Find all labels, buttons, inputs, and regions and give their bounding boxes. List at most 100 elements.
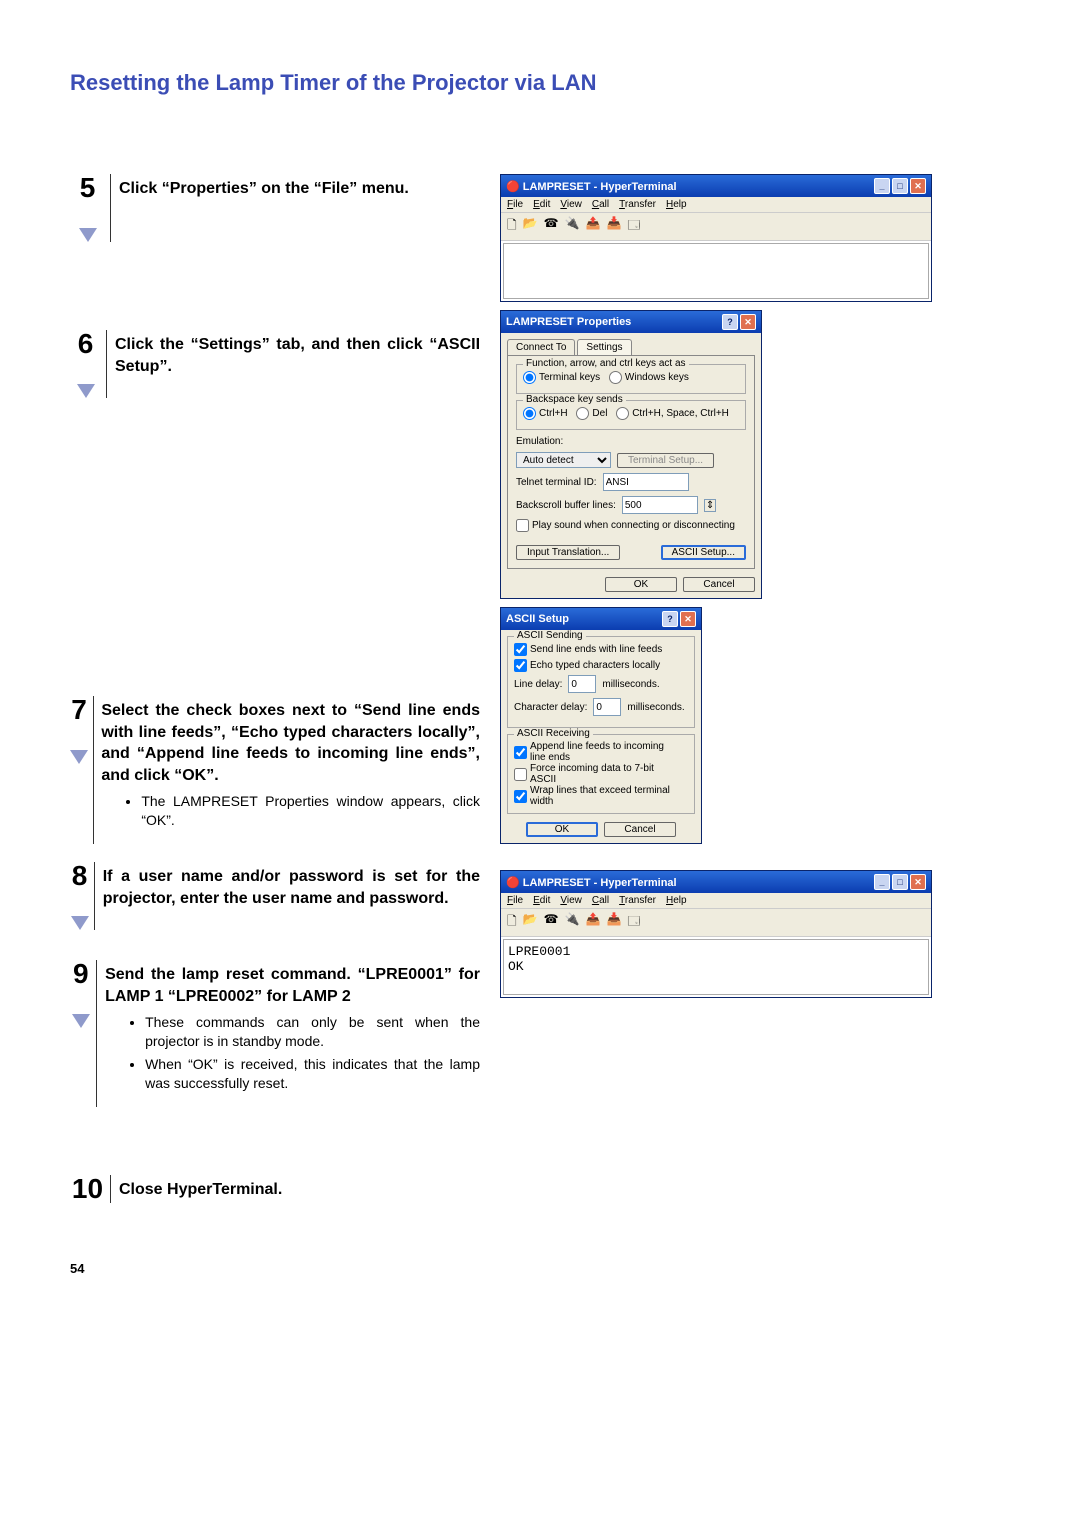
radio-ctrl-h-space[interactable]: Ctrl+H, Space, Ctrl+H xyxy=(616,407,729,420)
step-8-number: 8 xyxy=(72,862,88,890)
label-char-delay: Character delay: xyxy=(514,702,587,713)
hyperterminal-toolbar: 🗋 📂 ☎ 🔌 📤 📥 🗔 xyxy=(501,908,931,937)
input-translation-button[interactable]: Input Translation... xyxy=(516,545,620,560)
step-9: 9 Send the lamp reset command. “LPRE0001… xyxy=(70,960,480,1107)
emulation-select[interactable]: Auto detect xyxy=(516,452,611,468)
step-7-text: Select the check boxes next to “Send lin… xyxy=(101,700,480,786)
arrow-down-icon xyxy=(70,750,88,764)
line-delay-input[interactable] xyxy=(568,675,596,693)
cancel-button[interactable]: Cancel xyxy=(604,822,676,837)
maximize-icon[interactable]: □ xyxy=(892,874,908,890)
checkbox-play-sound[interactable]: Play sound when connecting or disconnect… xyxy=(516,519,735,532)
close-icon[interactable]: ✕ xyxy=(680,611,696,627)
menu-help[interactable]: Help xyxy=(666,895,687,906)
cancel-button[interactable]: Cancel xyxy=(683,577,755,592)
menu-file[interactable]: File xyxy=(507,895,523,906)
terminal-setup-button[interactable]: Terminal Setup... xyxy=(617,453,714,468)
maximize-icon[interactable]: □ xyxy=(892,178,908,194)
step-10-text: Close HyperTerminal. xyxy=(119,1179,282,1201)
open-icon[interactable]: 📂 xyxy=(523,912,538,933)
help-icon[interactable]: ? xyxy=(722,314,738,330)
step-9-sub-2: When “OK” is received, this indicates th… xyxy=(145,1055,480,1093)
properties-icon[interactable]: 🗔 xyxy=(627,216,640,237)
close-icon[interactable]: ✕ xyxy=(910,874,926,890)
step-7: 7 Select the check boxes next to “Send l… xyxy=(70,696,480,844)
receive-icon[interactable]: 📥 xyxy=(606,912,621,933)
ok-button[interactable]: OK xyxy=(605,577,677,592)
backscroll-input[interactable] xyxy=(622,496,698,514)
send-icon[interactable]: 📤 xyxy=(586,912,601,933)
open-icon[interactable]: 📂 xyxy=(523,216,538,237)
connect-icon[interactable]: ☎ xyxy=(544,912,559,933)
help-icon[interactable]: ? xyxy=(662,611,678,627)
hyperterminal-menu: File Edit View Call Transfer Help xyxy=(501,893,931,908)
menu-transfer[interactable]: Transfer xyxy=(619,895,656,906)
properties-title: LAMPRESET Properties xyxy=(506,316,631,328)
ok-button[interactable]: OK xyxy=(526,822,598,837)
minimize-icon[interactable]: _ xyxy=(874,874,890,890)
step-10-number: 10 xyxy=(72,1175,103,1203)
radio-del[interactable]: Del xyxy=(576,407,607,420)
checkbox-wrap-lines[interactable]: Wrap lines that exceed terminal width xyxy=(514,785,682,807)
menu-edit[interactable]: Edit xyxy=(533,199,550,210)
checkbox-append-lf[interactable]: Append line feeds to incoming line ends xyxy=(514,741,682,763)
tab-settings[interactable]: Settings xyxy=(577,339,631,355)
unit-char-delay: milliseconds. xyxy=(627,702,684,713)
telnet-id-input[interactable] xyxy=(603,473,689,491)
ascii-setup-button[interactable]: ASCII Setup... xyxy=(661,545,746,560)
label-line-delay: Line delay: xyxy=(514,679,562,690)
disconnect-icon[interactable]: 🔌 xyxy=(565,912,580,933)
new-icon[interactable]: 🗋 xyxy=(507,216,517,237)
terminal-line-1: LPRE0001 xyxy=(508,944,924,959)
menu-help[interactable]: Help xyxy=(666,199,687,210)
hyperterminal-window-result: 🔴 LAMPRESET - HyperTerminal _ □ ✕ File E… xyxy=(500,870,932,998)
step-5: 5 Click “Properties” on the “File” menu. xyxy=(70,174,480,242)
step-6: 6 Click the “Settings” tab, and then cli… xyxy=(70,330,480,398)
step-7-number: 7 xyxy=(71,696,87,724)
receive-icon[interactable]: 📥 xyxy=(606,216,621,237)
hyperterminal-menu: File Edit View Call Transfer Help xyxy=(501,197,931,212)
menu-file[interactable]: File xyxy=(507,199,523,210)
menu-call[interactable]: Call xyxy=(592,895,609,906)
group-ascii-sending: ASCII Sending xyxy=(514,630,586,641)
label-emulation: Emulation: xyxy=(516,436,563,447)
connect-icon[interactable]: ☎ xyxy=(544,216,559,237)
char-delay-input[interactable] xyxy=(593,698,621,716)
spinner-icon[interactable]: ⇕ xyxy=(704,499,716,512)
radio-windows-keys[interactable]: Windows keys xyxy=(609,371,689,384)
disconnect-icon[interactable]: 🔌 xyxy=(565,216,580,237)
hyperterminal-window: 🔴 LAMPRESET - HyperTerminal _ □ ✕ File E… xyxy=(500,174,932,302)
step-9-number: 9 xyxy=(73,960,89,988)
arrow-down-icon xyxy=(79,228,97,242)
ascii-setup-title: ASCII Setup xyxy=(506,613,569,625)
step-6-text: Click the “Settings” tab, and then click… xyxy=(115,334,480,377)
arrow-down-icon xyxy=(72,1014,90,1028)
group-function-keys: Function, arrow, and ctrl keys act as xyxy=(523,358,689,369)
menu-view[interactable]: View xyxy=(560,895,582,906)
step-5-text: Click “Properties” on the “File” menu. xyxy=(119,178,409,200)
menu-edit[interactable]: Edit xyxy=(533,895,550,906)
menu-view[interactable]: View xyxy=(560,199,582,210)
close-icon[interactable]: ✕ xyxy=(910,178,926,194)
checkbox-force-7bit[interactable]: Force incoming data to 7-bit ASCII xyxy=(514,763,682,785)
tab-connect-to[interactable]: Connect To xyxy=(507,339,575,355)
terminal-line-2: OK xyxy=(508,959,924,974)
radio-ctrl-h[interactable]: Ctrl+H xyxy=(523,407,568,420)
properties-icon[interactable]: 🗔 xyxy=(627,912,640,933)
lampreset-properties-dialog: LAMPRESET Properties ? ✕ Connect To Sett… xyxy=(500,310,762,599)
checkbox-send-line-ends[interactable]: Send line ends with line feeds xyxy=(514,643,662,656)
step-5-number: 5 xyxy=(80,174,96,202)
menu-call[interactable]: Call xyxy=(592,199,609,210)
send-icon[interactable]: 📤 xyxy=(586,216,601,237)
label-backscroll: Backscroll buffer lines: xyxy=(516,500,616,511)
minimize-icon[interactable]: _ xyxy=(874,178,890,194)
checkbox-echo-locally[interactable]: Echo typed characters locally xyxy=(514,659,660,672)
new-icon[interactable]: 🗋 xyxy=(507,912,517,933)
close-icon[interactable]: ✕ xyxy=(740,314,756,330)
menu-transfer[interactable]: Transfer xyxy=(619,199,656,210)
terminal-area[interactable] xyxy=(503,243,929,299)
terminal-area[interactable]: LPRE0001 OK xyxy=(503,939,929,995)
hyperterminal-toolbar: 🗋 📂 ☎ 🔌 📤 📥 🗔 xyxy=(501,212,931,241)
step-6-number: 6 xyxy=(78,330,94,358)
radio-terminal-keys[interactable]: Terminal keys xyxy=(523,371,600,384)
